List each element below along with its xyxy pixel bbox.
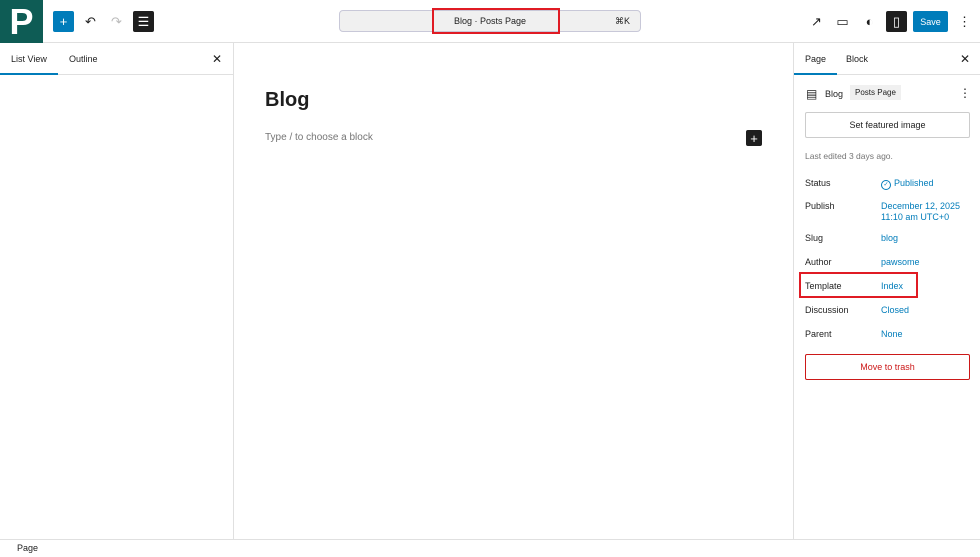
view-page-icon[interactable]: ↗ <box>806 11 827 32</box>
settings-sidebar: Page Block ✕ ▤ Blog Posts Page ⋮ Set fea… <box>793 43 980 539</box>
site-logo[interactable]: P <box>0 0 43 43</box>
slug-value[interactable]: blog <box>881 233 898 244</box>
more-options-icon[interactable]: ⋮ <box>959 86 971 100</box>
list-view-panel: List View Outline ✕ <box>0 43 234 539</box>
page-icon: ▤ <box>806 87 818 101</box>
publish-label: Publish <box>805 201 835 211</box>
tab-block[interactable]: Block <box>835 43 879 75</box>
document-overview-icon[interactable]: ☰ <box>133 11 154 32</box>
undo-icon[interactable]: ↶ <box>80 11 101 32</box>
status-value[interactable]: ✓ Published <box>881 178 934 190</box>
highlight-box <box>799 272 918 298</box>
tab-outline[interactable]: Outline <box>58 43 109 75</box>
discussion-label: Discussion <box>805 305 849 315</box>
tab-list-view[interactable]: List View <box>0 43 58 75</box>
styles-icon[interactable]: ◐ <box>859 11 880 32</box>
parent-label: Parent <box>805 329 832 339</box>
editor-canvas: Blog Type / to choose a block + <box>234 43 793 539</box>
save-button[interactable]: Save <box>913 11 948 32</box>
publish-value[interactable]: December 12, 2025 11:10 am UTC+0 <box>881 201 971 223</box>
close-icon[interactable]: ✕ <box>960 43 970 75</box>
set-featured-image-button[interactable]: Set featured image <box>805 112 970 138</box>
tab-page[interactable]: Page <box>794 43 838 75</box>
posts-page-badge: Posts Page <box>850 85 901 100</box>
author-value[interactable]: pawsome <box>881 257 920 268</box>
last-edited: Last edited 3 days ago. <box>805 151 893 161</box>
highlight-box <box>432 8 560 34</box>
add-block-button[interactable]: + <box>53 11 74 32</box>
status-bar: Page <box>0 539 980 556</box>
discussion-value[interactable]: Closed <box>881 305 909 316</box>
options-icon[interactable]: ⋮ <box>954 11 975 32</box>
slug-label: Slug <box>805 233 824 243</box>
shortcut-hint: ⌘K <box>614 15 630 26</box>
device-preview-icon[interactable]: ▭ <box>832 11 853 32</box>
published-icon: ✓ <box>881 180 891 190</box>
breadcrumb[interactable]: Page <box>17 543 38 553</box>
block-placeholder[interactable]: Type / to choose a block <box>265 132 373 143</box>
author-label: Author <box>805 257 832 267</box>
move-to-trash-button[interactable]: Move to trash <box>805 354 970 380</box>
status-text: Published <box>894 178 934 188</box>
top-toolbar: P + ↶ ↷ ☰ Blog · Posts Page ⌘K ↗ ▭ ◐ ▯ S… <box>0 0 980 43</box>
add-block-icon[interactable]: + <box>746 130 762 146</box>
redo-icon[interactable]: ↷ <box>106 11 127 32</box>
parent-value[interactable]: None <box>881 329 903 340</box>
page-name: Blog <box>825 89 844 99</box>
page-title[interactable]: Blog <box>265 89 309 112</box>
settings-panel-icon[interactable]: ▯ <box>886 11 907 32</box>
status-label: Status <box>805 178 831 188</box>
close-icon[interactable]: ✕ <box>212 43 222 75</box>
